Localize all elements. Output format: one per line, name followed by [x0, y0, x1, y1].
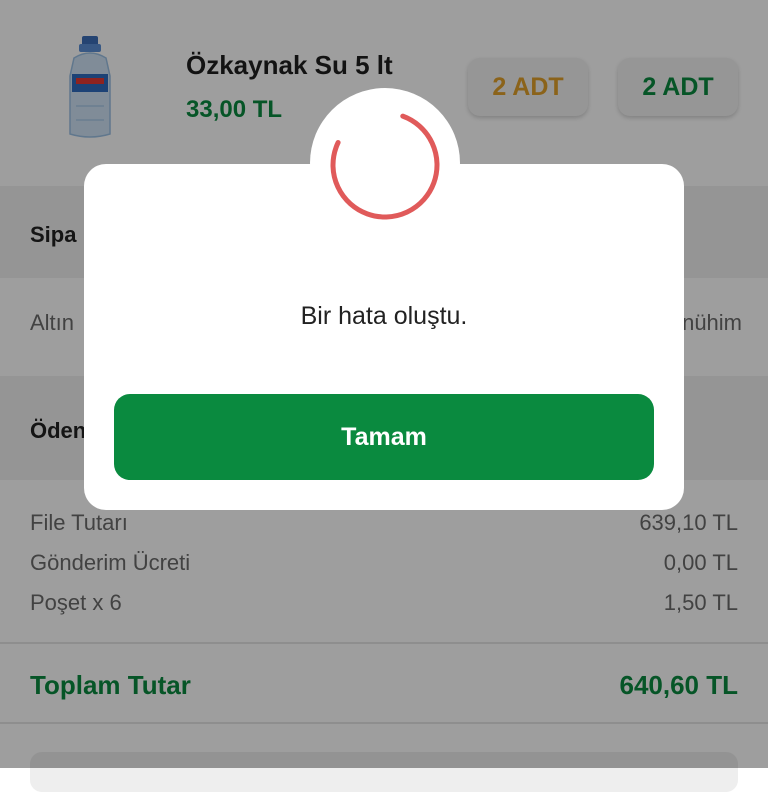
error-message: Bir hata oluştu.	[300, 302, 468, 330]
loading-spinner-icon	[330, 110, 440, 220]
ok-button[interactable]: Tamam	[114, 394, 654, 480]
